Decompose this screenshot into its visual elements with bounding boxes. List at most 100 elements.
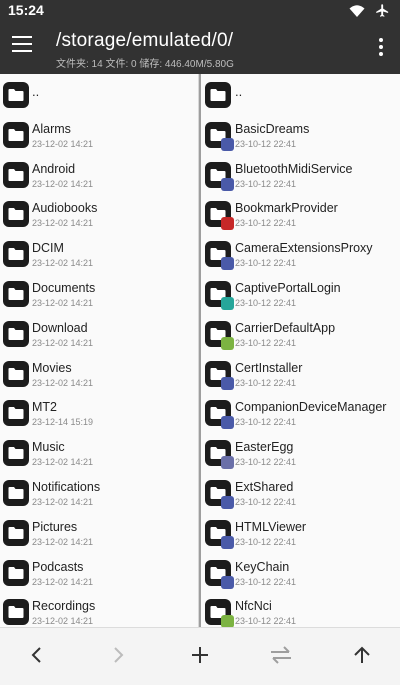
folder-date: 23-12-02 14:21 [32,377,94,388]
folder-date: 23-10-12 22:41 [235,496,297,507]
folder-name: CertInstaller [235,360,303,375]
folder-row[interactable]: CertInstaller 23-10-12 22:41 [201,353,400,393]
dual-pane: .. Alarms 23-12-02 14:21 Android 23-12-02 14… [0,74,400,627]
app-badge-icon [221,416,234,430]
app-badge-icon [221,137,234,151]
folder-date: 23-12-02 14:21 [32,218,94,229]
folder-row[interactable]: MT2 23-12-14 15:19 [0,392,198,432]
folder-icon [205,360,234,390]
folder-date: 23-10-12 22:41 [235,616,297,627]
folder-name: Movies [32,360,72,375]
folder-row[interactable]: ExtShared 23-10-12 22:41 [201,472,400,512]
folder-name: Android [32,161,76,176]
app-bar: /storage/emulated/0/ 文件夹: 14 文件: 0 储存: 4… [0,22,400,74]
folder-date: 23-10-12 22:41 [235,297,297,308]
menu-icon[interactable] [12,36,34,56]
folder-date: 23-10-12 22:41 [235,258,297,269]
folder-date: 23-12-02 14:21 [32,616,94,627]
folder-date: 23-10-12 22:41 [235,337,297,348]
bottom-toolbar [0,627,400,685]
folder-name: Music [32,440,65,455]
folder-row[interactable]: Music 23-12-02 14:21 [0,432,198,472]
app-badge-icon [221,535,234,549]
swap-icon [270,645,292,669]
add-icon [191,646,209,669]
app-badge-icon [221,177,234,191]
forward-icon [111,646,125,669]
forward-button[interactable] [101,640,135,674]
folder-name: NfcNci [235,599,272,614]
folder-row[interactable]: Recordings 23-12-02 14:21 [0,591,198,627]
swap-button[interactable] [264,640,298,674]
folder-icon [3,121,29,148]
folder-date: 23-12-02 14:21 [32,258,94,269]
folder-name: CaptivePortalLogin [235,280,341,295]
app-badge-icon [221,575,234,589]
app-badge-icon [221,456,234,470]
app-badge-icon [221,615,234,627]
left-pane[interactable]: .. Alarms 23-12-02 14:21 Android 23-12-02 14… [0,74,199,627]
up-button[interactable] [345,640,379,674]
folder-row[interactable]: Audiobooks 23-12-02 14:21 [0,193,198,233]
folder-icon [3,82,29,108]
folder-date: 23-12-02 14:21 [32,496,94,507]
folder-name: Pictures [32,519,78,534]
folder-row[interactable]: CaptivePortalLogin 23-10-12 22:41 [201,273,400,313]
folder-icon [205,440,234,470]
folder-row[interactable]: DCIM 23-12-02 14:21 [0,233,198,273]
status-bar: 15:24 [0,0,400,22]
folder-icon [3,559,29,586]
folder-icon [205,519,234,549]
wifi-icon [349,4,365,18]
folder-name: Recordings [32,599,96,614]
folder-icon [205,121,234,151]
folder-date: 23-12-02 14:21 [32,457,94,468]
folder-name: HTMLViewer [235,519,307,534]
right-pane[interactable]: .. BasicDreams 23-10-12 22:41 BluetoothMidi… [199,74,400,627]
folder-row[interactable]: Movies 23-12-02 14:21 [0,353,198,393]
add-button[interactable] [183,640,217,674]
folder-icon [3,161,29,188]
folder-row[interactable]: KeyChain 23-10-12 22:41 [201,552,400,592]
folder-row[interactable]: CarrierDefaultApp 23-10-12 22:41 [201,313,400,353]
folder-row[interactable]: Download 23-12-02 14:21 [0,313,198,353]
folder-row[interactable]: BookmarkProvider 23-10-12 22:41 [201,193,400,233]
folder-icon [205,320,234,350]
folder-icon [3,320,29,347]
folder-icon [3,241,29,268]
folder-name: Documents [32,280,96,295]
back-button[interactable] [20,640,54,674]
folder-name: Notifications [32,479,101,494]
app-badge-icon [221,217,234,231]
folder-row[interactable]: CameraExtensionsProxy 23-10-12 22:41 [201,233,400,273]
folder-icon [3,519,29,546]
folder-row[interactable]: Podcasts 23-12-02 14:21 [0,552,198,592]
app-badge-icon [221,495,234,509]
folder-row[interactable]: EasterEgg 23-10-12 22:41 [201,432,400,472]
folder-row[interactable]: CompanionDeviceManager 23-10-12 22:41 [201,392,400,432]
folder-row[interactable]: Android 23-12-02 14:21 [0,154,198,194]
folder-row[interactable]: BasicDreams 23-10-12 22:41 [201,114,400,154]
folder-icon [3,400,29,427]
folder-date: 23-10-12 22:41 [235,417,297,428]
folder-date: 23-12-02 14:21 [32,138,94,149]
folder-icon [205,201,234,231]
folder-name: BookmarkProvider [235,201,338,216]
app-badge-icon [221,257,234,271]
folder-row[interactable]: Documents 23-12-02 14:21 [0,273,198,313]
folder-row[interactable]: HTMLViewer 23-10-12 22:41 [201,512,400,552]
folder-icon [3,599,29,626]
parent-folder-row[interactable]: .. [0,74,198,114]
storage-summary: 文件夹: 14 文件: 0 储存: 446.40M/5.80G [56,59,234,70]
folder-name: Podcasts [32,559,84,574]
folder-row[interactable]: Notifications 23-12-02 14:21 [0,472,198,512]
folder-row[interactable]: NfcNci 23-10-12 22:41 [201,591,400,627]
folder-date: 23-12-14 15:19 [32,417,94,428]
folder-row[interactable]: Pictures 23-12-02 14:21 [0,512,198,552]
parent-folder-row[interactable]: .. [201,74,400,114]
folder-row[interactable]: BluetoothMidiService 23-10-12 22:41 [201,154,400,194]
folder-icon [205,161,234,191]
folder-row[interactable]: Alarms 23-12-02 14:21 [0,114,198,154]
overflow-menu-icon[interactable] [378,38,384,58]
folder-icon [205,241,234,271]
